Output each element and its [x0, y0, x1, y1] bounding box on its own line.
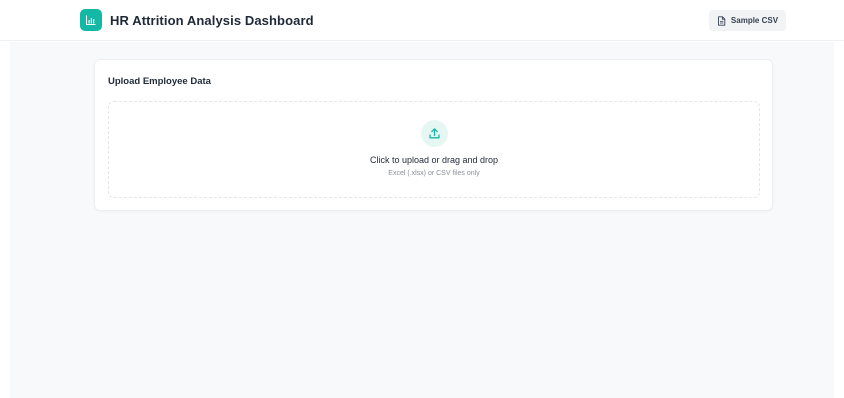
sample-csv-label: Sample CSV — [730, 16, 779, 25]
top-header: HR Attrition Analysis Dashboard Sample C… — [0, 0, 844, 41]
file-dropzone[interactable]: Click to upload or drag and drop Excel (… — [108, 101, 760, 198]
bar-chart-icon — [86, 15, 96, 25]
file-text-icon — [717, 15, 726, 26]
app-logo — [80, 9, 102, 31]
upload-icon-badge — [421, 120, 448, 147]
dropzone-secondary-text: Excel (.xlsx) or CSV files only — [388, 170, 480, 177]
upload-card: Upload Employee Data Click to upload or … — [94, 59, 773, 211]
sample-csv-button[interactable]: Sample CSV — [709, 10, 786, 31]
upload-card-title: Upload Employee Data — [108, 76, 211, 87]
app-title: HR Attrition Analysis Dashboard — [110, 13, 314, 28]
dropzone-primary-text: Click to upload or drag and drop — [369, 155, 499, 165]
upload-icon — [429, 128, 440, 139]
